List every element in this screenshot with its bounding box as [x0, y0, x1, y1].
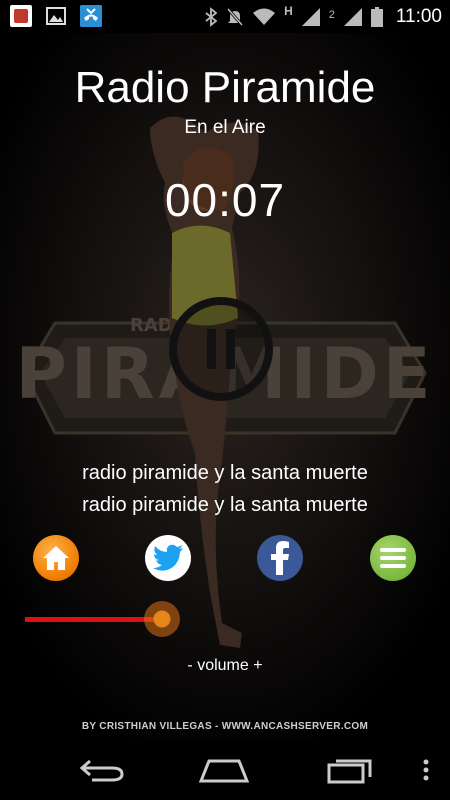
gallery-icon: [46, 7, 66, 25]
home-outline-icon: [199, 759, 249, 783]
status-bar: H 2 11:00: [0, 0, 450, 33]
home-icon: [43, 546, 69, 570]
nav-home-button[interactable]: [192, 750, 256, 790]
volume-slider[interactable]: [25, 601, 405, 637]
pause-icon: [169, 297, 273, 401]
home-button[interactable]: [33, 535, 79, 581]
bluetooth-icon: [205, 6, 218, 27]
player-screen: PIRAMIDE RADIO Radio Piramide En el Aire…: [0, 33, 450, 740]
overflow-menu-button[interactable]: [414, 750, 438, 790]
mute-icon: [226, 7, 244, 26]
missed-call-icon: [80, 5, 102, 27]
signal-icon: [301, 7, 320, 26]
navigation-bar: [0, 740, 450, 800]
overflow-menu-icon: [423, 759, 429, 781]
recent-apps-icon: [327, 759, 372, 784]
play-pause-button[interactable]: [167, 295, 275, 403]
menu-button[interactable]: [370, 535, 416, 581]
facebook-button[interactable]: [257, 535, 303, 581]
app-notification-icon: [10, 5, 32, 27]
volume-label: - volume +: [187, 657, 263, 674]
developer-credit: BY CRISTHIAN VILLEGAS - WWW.ANCASHSERVER…: [81, 721, 369, 732]
now-playing-line-2: radio piramide y la santa muerte: [82, 494, 368, 516]
broadcast-status: En el Aire: [184, 117, 266, 138]
back-icon: [79, 759, 124, 782]
twitter-button[interactable]: [145, 535, 191, 581]
menu-icon: [380, 548, 406, 568]
sim-label: 2: [328, 8, 335, 21]
battery-icon: [370, 6, 383, 27]
volume-fill: [25, 617, 162, 622]
system-icons: H 2 11:00: [205, 0, 442, 33]
elapsed-timer: 00:07: [164, 174, 286, 226]
facebook-icon: [271, 541, 289, 575]
twitter-icon: [153, 544, 183, 571]
signal-2-icon: [343, 7, 362, 26]
recent-apps-button[interactable]: [318, 750, 382, 790]
notification-icons: [10, 5, 102, 27]
volume-knob[interactable]: [143, 601, 180, 637]
station-title: Radio Piramide: [74, 63, 376, 112]
clock: 11:00: [395, 5, 442, 27]
back-button[interactable]: [70, 750, 134, 790]
network-type-label: H: [284, 3, 293, 18]
now-playing-line-1: radio piramide y la santa muerte: [82, 462, 368, 484]
wifi-icon: [253, 8, 276, 25]
